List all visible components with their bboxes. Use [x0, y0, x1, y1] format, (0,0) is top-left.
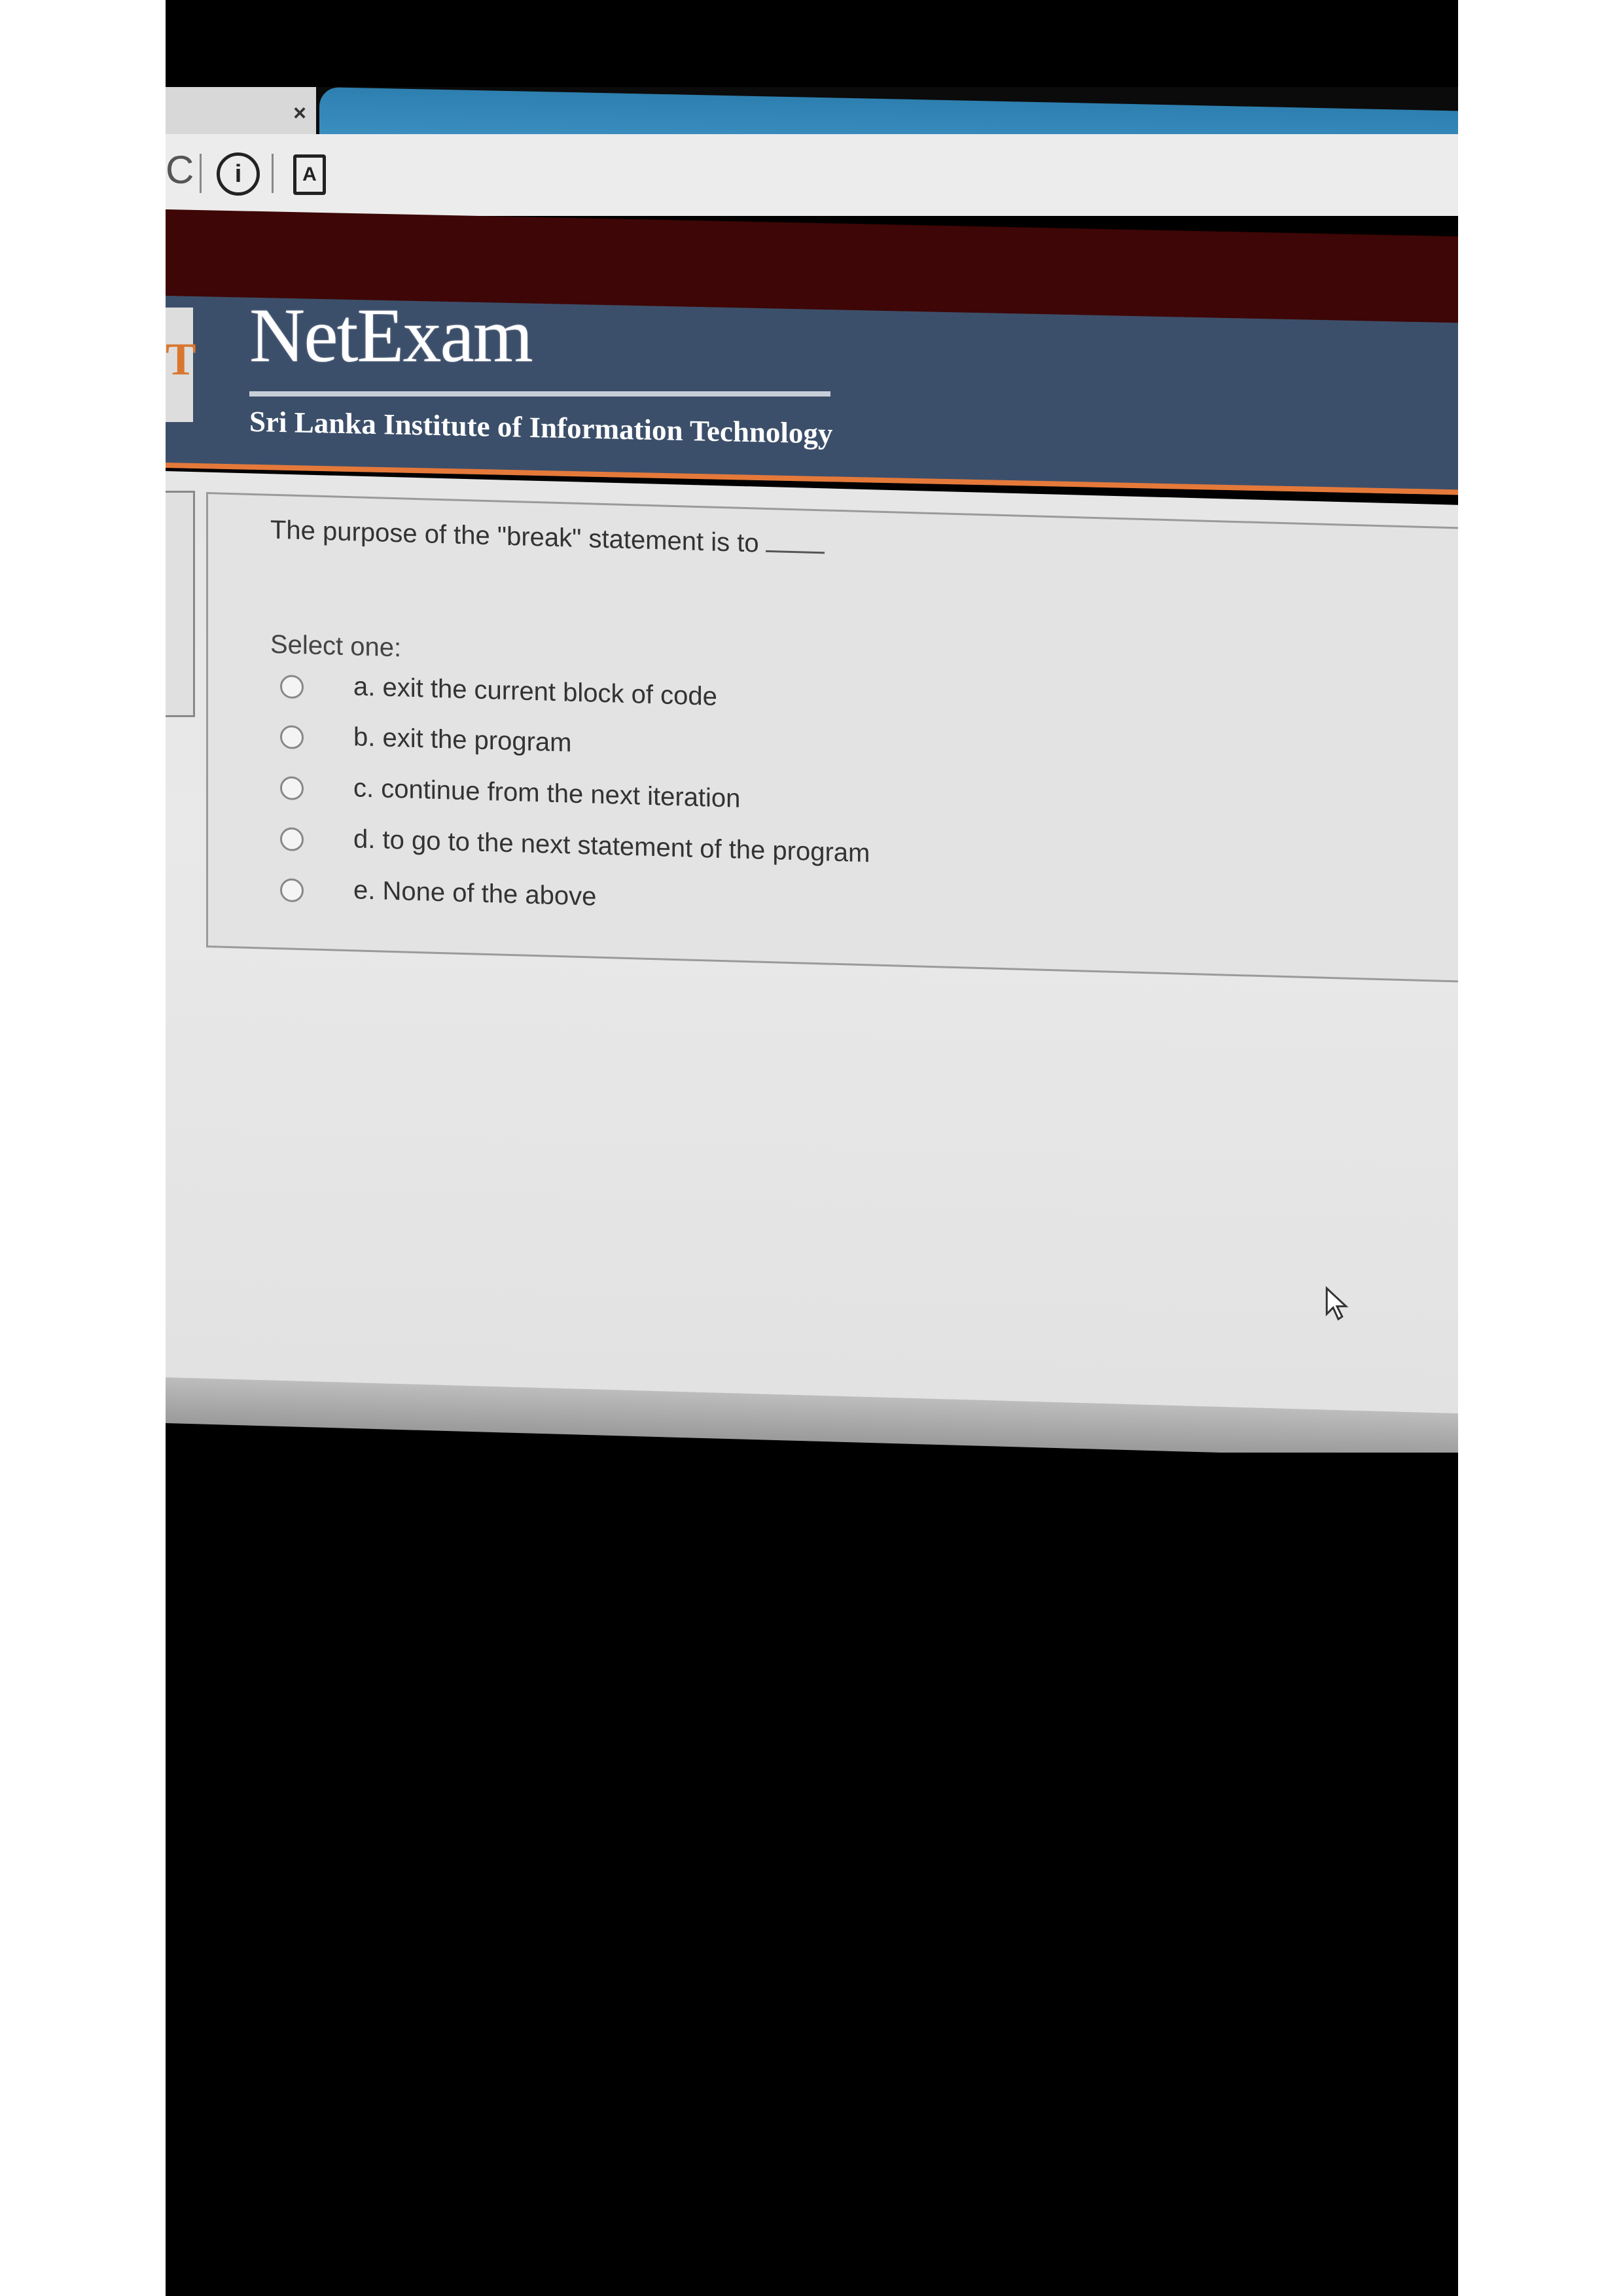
question-text: The purpose of the "break" statement is … [270, 516, 825, 561]
question-stem: The purpose of the "break" statement is … [270, 515, 759, 558]
title-divider [249, 391, 830, 397]
answer-option-e[interactable]: e. None of the above [280, 872, 1065, 933]
address-bar[interactable] [166, 134, 1458, 216]
select-one-label: Select one: [270, 629, 402, 663]
radio-button[interactable] [280, 725, 304, 750]
option-label[interactable]: d. to go to the next statement of the pr… [353, 822, 870, 870]
question-card: The purpose of the "break" statement is … [206, 492, 1458, 983]
mouse-cursor-icon [1325, 1286, 1349, 1321]
option-label[interactable]: a. exit the current block of code [353, 670, 717, 713]
option-label[interactable]: b. exit the program [353, 720, 572, 759]
logo-letter: T [166, 334, 196, 385]
answer-blank [765, 530, 825, 554]
toolbar-divider [200, 154, 202, 193]
answer-option-d[interactable]: d. to go to the next statement of the pr… [280, 821, 1065, 882]
radio-button[interactable] [280, 878, 304, 903]
option-label[interactable]: c. continue from the next iteration [353, 771, 740, 815]
radio-button[interactable] [280, 827, 304, 852]
photo-frame: × C i A T NetExam Sri Lanka Institute of… [166, 0, 1458, 2296]
answer-option-c[interactable]: c. continue from the next iteration [280, 769, 1065, 831]
option-label[interactable]: e. None of the above [353, 874, 596, 913]
site-title: NetExam [249, 292, 533, 378]
radio-button[interactable] [280, 776, 304, 801]
quiz-navigation-panel [166, 491, 195, 717]
radio-button[interactable] [280, 675, 304, 699]
sliit-logo: T [166, 308, 196, 422]
close-tab-icon[interactable]: × [287, 97, 313, 130]
reload-icon[interactable]: C [166, 150, 194, 190]
answer-option-a[interactable]: a. exit the current block of code [280, 668, 1065, 730]
answer-option-b[interactable]: b. exit the program [280, 718, 1065, 780]
keyboard-area [166, 1453, 1458, 2296]
toolbar-divider [272, 154, 274, 193]
info-icon[interactable]: i [217, 152, 260, 196]
pdf-icon[interactable]: A [293, 154, 326, 195]
